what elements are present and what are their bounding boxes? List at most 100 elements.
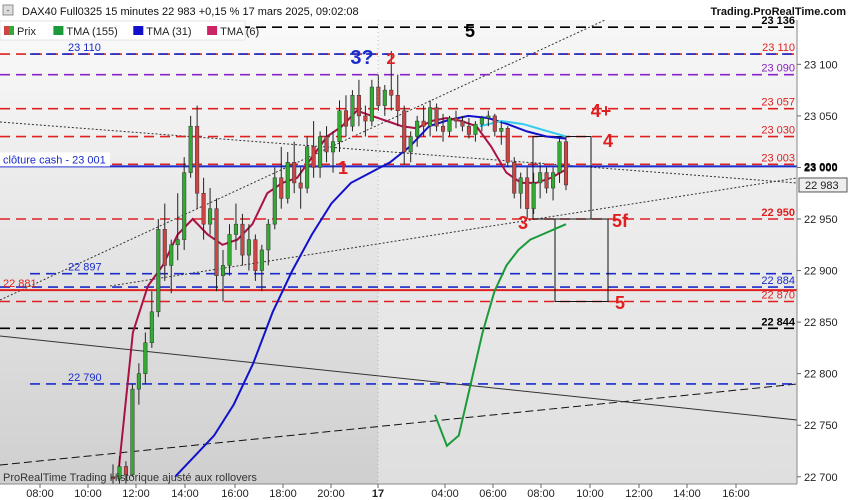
legend-label-0: Prix <box>17 26 36 38</box>
session-shade <box>378 20 797 484</box>
legend-swatch-3 <box>207 26 218 35</box>
candle-body <box>318 136 323 168</box>
candle-body <box>337 110 342 142</box>
candle-body <box>136 373 141 390</box>
chart-canvas[interactable]: 5 3? 2 4+ 4 1 3 5f 5 - DAX40 Full0325 15 minutes… <box>0 0 850 500</box>
x-tick-label: 17 <box>372 488 384 500</box>
cash-close-label: clôture cash - 23 001 <box>3 154 106 166</box>
y-tick-label: 22 800 <box>804 369 838 381</box>
y-tick-label: 22 700 <box>804 472 838 484</box>
level-label-10: 22 884 <box>761 275 795 287</box>
legend-label-1: TMA (155) <box>66 26 117 38</box>
candle-body <box>220 265 226 276</box>
candle-body <box>169 244 174 266</box>
candle-body <box>324 136 329 153</box>
candle-body <box>544 172 549 189</box>
legend-label-2: TMA (31) <box>146 26 191 38</box>
candle-body <box>350 95 355 127</box>
candle-body <box>479 117 484 125</box>
x-tick-label: 10:00 <box>74 488 102 500</box>
candle-body <box>311 146 316 168</box>
candle-body <box>143 342 148 374</box>
candle-body <box>130 388 135 475</box>
level-label-7: 23 000 <box>804 161 838 173</box>
candle-body <box>563 141 569 186</box>
annotation-3: 4+ <box>591 101 612 121</box>
annotation-0: 5 <box>465 21 475 41</box>
candle-body <box>266 223 271 251</box>
x-tick-label: 18:00 <box>269 488 297 500</box>
level-label-9: 22 897 <box>68 262 102 274</box>
candle-body <box>292 162 297 184</box>
candle-body <box>434 107 439 127</box>
collapse-icon-glyph: - <box>7 6 10 16</box>
candle-body <box>453 117 459 122</box>
candle-body <box>428 107 433 127</box>
x-tick-label: 10:00 <box>576 488 604 500</box>
candle-body <box>233 223 238 235</box>
candle-body <box>538 172 543 184</box>
annotation-4: 4 <box>603 131 613 151</box>
x-tick-label: 12:00 <box>122 488 150 500</box>
candle-body <box>356 95 361 117</box>
x-tick-label: 12:00 <box>625 488 653 500</box>
y-tick-label: 22 850 <box>804 317 838 329</box>
candle-body <box>505 128 510 163</box>
legend-swatch-1 <box>53 26 64 35</box>
candle-body <box>240 223 245 256</box>
candle-body <box>298 182 303 189</box>
level-label-11: 22 881 <box>3 278 37 290</box>
candle-body <box>149 311 154 343</box>
level-label-5: 23 030 <box>761 125 795 137</box>
footer-note: ProRealTime Trading Historique ajusté au… <box>3 472 257 484</box>
candle-body <box>466 125 471 135</box>
x-tick-label: 06:00 <box>479 488 507 500</box>
candle-body <box>285 162 290 199</box>
annotation-6: 3 <box>518 213 528 233</box>
x-tick-label: 04:00 <box>431 488 459 500</box>
candle-body <box>473 123 478 135</box>
candle-body <box>492 115 497 132</box>
x-tick-label: 16:00 <box>722 488 750 500</box>
level-label-2: 23 110 <box>68 42 101 54</box>
candle-body <box>279 177 284 199</box>
x-tick-label: 14:00 <box>171 488 199 500</box>
level-label-1: 23 110 <box>762 42 795 54</box>
candle-body <box>421 120 426 127</box>
candle-body <box>259 249 264 271</box>
candle-body <box>201 192 206 225</box>
y-tick-label: 23 100 <box>804 59 838 71</box>
x-tick-label: 14:00 <box>673 488 701 500</box>
legend-label-3: TMA (6) <box>220 26 259 38</box>
level-label-3: 23 090 <box>761 63 795 75</box>
candle-body <box>227 234 232 266</box>
candle-body <box>330 141 336 153</box>
candle-body <box>415 120 420 137</box>
candle-body <box>343 110 349 127</box>
annotation-8: 5 <box>615 293 625 313</box>
level-label-13: 22 844 <box>761 316 796 328</box>
candle-body <box>208 208 213 225</box>
candle-body <box>156 229 161 313</box>
candle-body <box>175 239 180 246</box>
candle-body <box>447 117 452 132</box>
candle-body <box>531 182 536 209</box>
candle-body <box>486 115 491 119</box>
y-tick-label: 22 900 <box>804 266 838 278</box>
candle-body <box>441 125 446 132</box>
candle-body <box>195 125 200 194</box>
level-label-4: 23 057 <box>761 97 795 109</box>
candle-body <box>460 120 465 127</box>
candle-body <box>272 177 277 225</box>
annotation-7: 5f <box>612 211 629 231</box>
level-label-6: 23 003 <box>761 152 795 164</box>
annotation-2: 2 <box>387 51 396 68</box>
x-tick-label: 08:00 <box>26 488 54 500</box>
candle-body <box>376 86 381 106</box>
candle-body <box>408 136 413 153</box>
instrument-title: DAX40 Full0325 15 minutes 22 983 +0,15 %… <box>22 6 359 18</box>
candle-body <box>389 89 394 96</box>
x-tick-label: 16:00 <box>221 488 249 500</box>
x-tick-label: 20:00 <box>317 488 345 500</box>
level-label-8: 22 950 <box>761 207 795 219</box>
